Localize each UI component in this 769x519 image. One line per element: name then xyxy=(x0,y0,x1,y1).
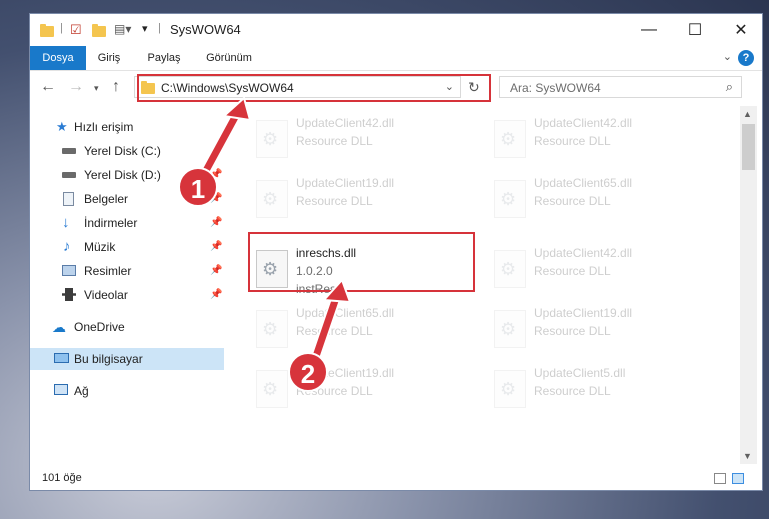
annotation-arrows xyxy=(196,96,352,374)
arrow-2-head xyxy=(321,278,352,304)
arrow-1-head xyxy=(221,96,252,122)
step-badge-2: 2 xyxy=(288,352,328,392)
step-badge-1: 1 xyxy=(178,167,218,207)
